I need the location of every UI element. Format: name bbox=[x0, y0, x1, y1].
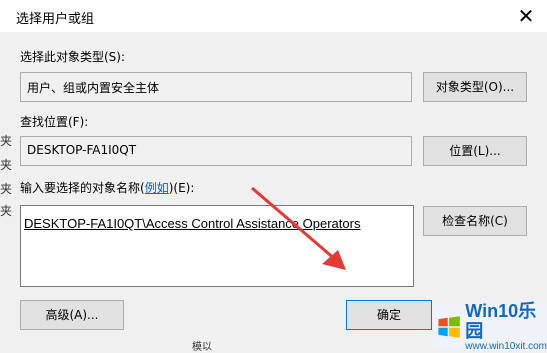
annotation-arrow-icon bbox=[251, 186, 346, 270]
background-text: 夹 bbox=[0, 134, 13, 148]
object-names-label: 输入要选择的对象名称(例如)(E): bbox=[20, 179, 194, 196]
object-type-value: 用户、组或内置安全主体 bbox=[27, 81, 160, 95]
examples-link[interactable]: 例如 bbox=[145, 181, 169, 195]
dialog-title: 选择用户或组 bbox=[16, 12, 95, 27]
watermark-brand: Win10乐园 bbox=[465, 301, 537, 341]
background-text: 夹 bbox=[0, 182, 13, 196]
object-names-label-prefix: 输入要选择的对象名称( bbox=[20, 181, 145, 195]
locations-button[interactable]: 位置(L)... bbox=[423, 136, 527, 166]
object-names-label-suffix: )(E): bbox=[168, 181, 195, 195]
check-names-button[interactable]: 检查名称(C) bbox=[423, 206, 527, 236]
location-label: 查找位置(F): bbox=[20, 115, 89, 129]
background-text: 模以 bbox=[192, 342, 212, 353]
close-button[interactable]: ✕ bbox=[505, 0, 547, 32]
title-bar: 选择用户或组 ✕ bbox=[0, 0, 547, 32]
location-field: DESKTOP-FA1I0QT bbox=[20, 136, 412, 166]
watermark-url: www.win10xit.com bbox=[465, 341, 547, 352]
background-text: 夹 bbox=[0, 204, 13, 218]
background-text: 夹 bbox=[0, 158, 13, 172]
object-types-button[interactable]: 对象类型(O)... bbox=[423, 72, 527, 102]
advanced-button[interactable]: 高级(A)... bbox=[20, 300, 124, 330]
location-value: DESKTOP-FA1I0QT bbox=[27, 143, 137, 157]
object-type-field: 用户、组或内置安全主体 bbox=[20, 72, 412, 102]
watermark: Win10乐园 www.win10xit.com bbox=[433, 301, 547, 352]
object-type-label: 选择此对象类型(S): bbox=[20, 50, 126, 64]
ok-button[interactable]: 确定 bbox=[346, 300, 432, 330]
windows-logo-icon bbox=[438, 315, 460, 338]
